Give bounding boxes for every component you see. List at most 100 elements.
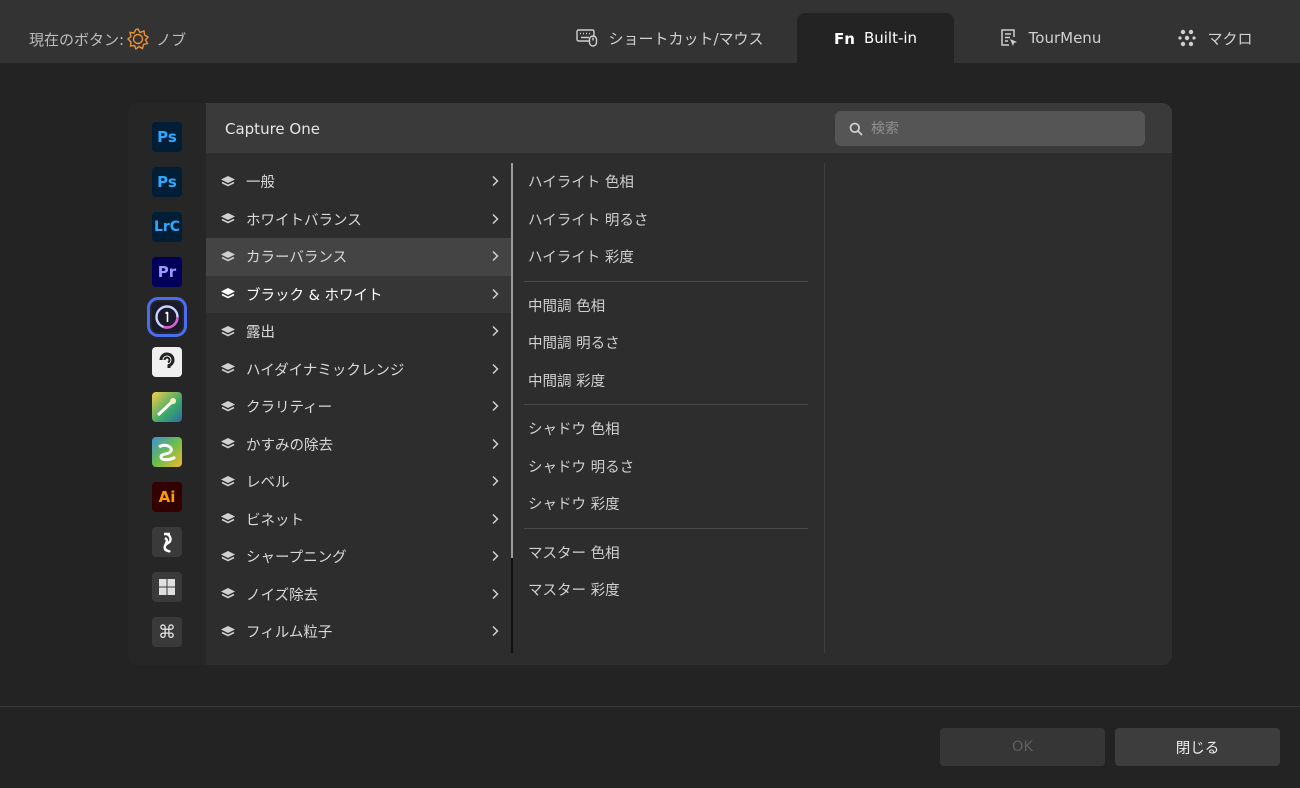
layers-icon	[221, 438, 235, 449]
chevron-right-icon	[492, 363, 499, 374]
category-item[interactable]: カラーバランス	[206, 238, 511, 276]
function-item[interactable]: マスター 彩度	[524, 571, 808, 609]
layers-icon	[221, 363, 235, 374]
function-item[interactable]: ハイライト 色相	[524, 163, 808, 201]
layers-icon	[221, 288, 235, 299]
search-box[interactable]	[835, 111, 1145, 146]
app-lightroom-classic-icon[interactable]: LrC	[152, 212, 182, 242]
layers-icon	[221, 175, 235, 187]
category-item[interactable]: ハイダイナミックレンジ	[206, 351, 511, 389]
category-label: レベル	[246, 475, 290, 492]
tab-macro-label: マクロ	[1207, 29, 1253, 48]
layers-icon	[221, 400, 235, 412]
function-panel: Ps Ps LrC Pr Ai ⌘ Capture One 検索 一般 ホワイト…	[128, 103, 1172, 665]
category-item[interactable]: レベル	[206, 463, 511, 501]
knob-icon	[126, 27, 150, 51]
category-item[interactable]: ブラック & ホワイト	[206, 275, 511, 313]
category-label: 一般	[246, 175, 275, 192]
tour-menu-icon	[1000, 29, 1017, 46]
layers-icon	[221, 250, 235, 262]
app-inkscape-icon[interactable]	[152, 527, 182, 557]
function-list: ハイライト 色相 ハイライト 明るさ ハイライト 彩度 中間調 色相 中間調 明るさ 中間…	[524, 163, 808, 609]
chevron-right-icon	[492, 475, 499, 487]
function-group-divider	[524, 404, 808, 405]
current-button-label: 現在のボタン:	[29, 30, 125, 49]
app-list: Ps Ps LrC Pr Ai ⌘	[128, 103, 206, 665]
tab-shortcut-mouse-label: ショートカット/マウス	[608, 29, 764, 48]
layers-icon	[221, 625, 235, 637]
category-item[interactable]: ホワイトバランス	[206, 201, 511, 239]
footer-divider	[0, 706, 1300, 707]
function-group-divider	[524, 527, 808, 529]
category-item[interactable]: ノイズ除去	[206, 576, 511, 614]
tab-tour-menu[interactable]: TourMenu	[970, 13, 1130, 63]
tab-built-in[interactable]: Fn Built-in	[797, 13, 954, 63]
chevron-right-icon	[492, 625, 499, 637]
category-label: カラーバランス	[246, 250, 348, 267]
category-label: シャープニング	[246, 550, 347, 567]
layers-icon	[221, 213, 235, 224]
layers-icon	[221, 513, 235, 524]
category-label: フィルム粒子	[246, 625, 333, 642]
app-photoshop-2-icon[interactable]: Ps	[152, 167, 182, 197]
category-scrollbar-thumb[interactable]	[511, 163, 513, 558]
function-item[interactable]: 中間調 彩度	[524, 362, 808, 400]
chevron-right-icon	[492, 400, 499, 412]
category-item[interactable]: クラリティー	[206, 388, 511, 426]
app-krita-icon[interactable]	[152, 392, 182, 422]
app-clip-studio-icon[interactable]	[152, 347, 182, 377]
layers-icon	[221, 475, 235, 487]
app-premiere-icon[interactable]: Pr	[152, 257, 182, 287]
function-item[interactable]: ハイライト 明るさ	[524, 201, 808, 239]
category-item[interactable]: 露出	[206, 313, 511, 351]
tab-tour-menu-label: TourMenu	[1028, 29, 1102, 47]
app-illustrator-icon[interactable]: Ai	[152, 482, 182, 512]
category-item[interactable]: かすみの除去	[206, 426, 511, 464]
app-corel-painter-icon[interactable]	[152, 437, 182, 467]
category-label: 露出	[246, 325, 275, 342]
tab-shortcut-mouse[interactable]: ショートカット/マウス	[560, 13, 780, 63]
layers-icon	[221, 550, 235, 562]
category-item[interactable]: シャープニング	[206, 538, 511, 576]
layers-icon	[221, 588, 235, 599]
category-label: ホワイトバランス	[246, 212, 362, 229]
app-photoshop-icon[interactable]: Ps	[152, 122, 182, 152]
chevron-right-icon	[492, 175, 499, 187]
top-bar: 現在のボタン: ノブ ショートカット/マウス Fn Built-in TourM…	[0, 0, 1300, 63]
category-item[interactable]: 一般	[206, 163, 511, 201]
function-item[interactable]: マスター 色相	[524, 534, 808, 572]
function-content: Capture One 一般ホワイトバランスカラーバランスブラック & ホワイト…	[206, 103, 1172, 665]
category-item[interactable]: フィルム粒子	[206, 613, 511, 651]
search-icon	[849, 122, 863, 136]
fn-icon: Fn	[834, 30, 854, 47]
chevron-right-icon	[492, 588, 499, 599]
category-label: ハイダイナミックレンジ	[246, 362, 405, 379]
category-list: 一般ホワイトバランス カラーバランスブラック & ホワイト 露出ハイダイナミックレン…	[206, 163, 511, 651]
category-label: かすみの除去	[246, 437, 333, 454]
function-item[interactable]: シャドウ 色相	[524, 410, 808, 448]
category-label: ブラック & ホワイト	[246, 287, 383, 304]
chevron-right-icon	[492, 250, 499, 262]
app-command-icon[interactable]: ⌘	[152, 617, 182, 647]
category-label: ノイズ除去	[246, 587, 319, 604]
keyboard-mouse-icon	[576, 29, 598, 47]
close-button[interactable]: 閉じる	[1115, 728, 1280, 766]
app-windows-icon[interactable]	[152, 572, 182, 602]
function-group-divider	[524, 280, 808, 282]
column-divider	[824, 163, 825, 653]
search-input[interactable]	[869, 119, 1123, 138]
chevron-right-icon	[492, 213, 499, 224]
chevron-right-icon	[492, 513, 499, 524]
function-item[interactable]: シャドウ 明るさ	[524, 448, 808, 486]
ok-button[interactable]: OK	[940, 728, 1105, 766]
function-item[interactable]: シャドウ 彩度	[524, 485, 808, 523]
tab-macro[interactable]: マクロ	[1140, 13, 1290, 63]
function-item[interactable]: ハイライト 彩度	[524, 238, 808, 276]
category-item[interactable]: ビネット	[206, 501, 511, 539]
function-item[interactable]: 中間調 色相	[524, 287, 808, 325]
svg-text:Fn: Fn	[834, 30, 854, 47]
chevron-right-icon	[492, 438, 499, 449]
chevron-right-icon	[492, 325, 499, 337]
function-item[interactable]: 中間調 明るさ	[524, 324, 808, 362]
app-capture-one-icon[interactable]	[147, 297, 187, 337]
